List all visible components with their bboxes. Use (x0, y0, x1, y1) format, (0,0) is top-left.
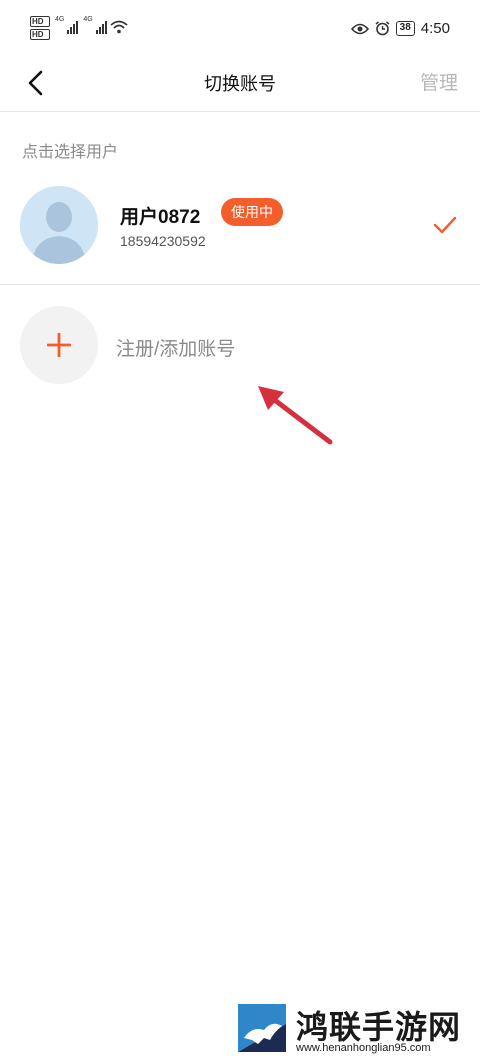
manage-button[interactable]: 管理 (420, 68, 458, 95)
add-account-label[interactable]: 注册/添加账号 (116, 334, 235, 361)
avatar (20, 186, 98, 264)
account-row[interactable]: 用户0872 使用中 18594230592 (0, 180, 480, 280)
wifi-icon (110, 20, 128, 34)
alarm-icon (375, 21, 390, 36)
nav-header: 切换账号 管理 (0, 56, 480, 112)
status-icons: 38 4:50 (350, 20, 450, 37)
section-label: 点击选择用户 (22, 144, 119, 161)
site-watermark: 鸿联手游网 www.henanhonglian95.com (232, 1000, 472, 1058)
user-name: 用户0872 (120, 207, 201, 228)
add-account-row[interactable]: 注册/添加账号 (0, 300, 480, 390)
clock-time: 4:50 (420, 20, 450, 37)
site-url: www.henanhonglian95.com (296, 1042, 431, 1054)
hd-badge: HD (30, 29, 50, 40)
network-type: 4G (83, 16, 93, 23)
signal-icon (67, 20, 79, 34)
signal-icon (95, 20, 107, 34)
hd-badge: HD (30, 16, 50, 27)
divider (0, 284, 480, 285)
status-bar: HD HD 4G 4G 38 4:50 (0, 0, 480, 56)
annotation-arrow-icon (258, 386, 333, 445)
default-avatar-icon (20, 186, 98, 264)
signal-indicators: HD HD 4G 4G (30, 16, 128, 40)
page-title: 切换账号 (204, 74, 276, 94)
eye-icon (350, 23, 369, 34)
battery-icon: 38 (395, 21, 415, 36)
phone-number: 18594230592 (120, 233, 206, 249)
network-type: 4G (55, 16, 65, 23)
add-account-button[interactable] (20, 306, 98, 384)
plus-icon (47, 333, 71, 357)
status-badge: 使用中 (221, 198, 283, 226)
check-icon (433, 216, 457, 234)
site-logo-icon (234, 1000, 290, 1056)
